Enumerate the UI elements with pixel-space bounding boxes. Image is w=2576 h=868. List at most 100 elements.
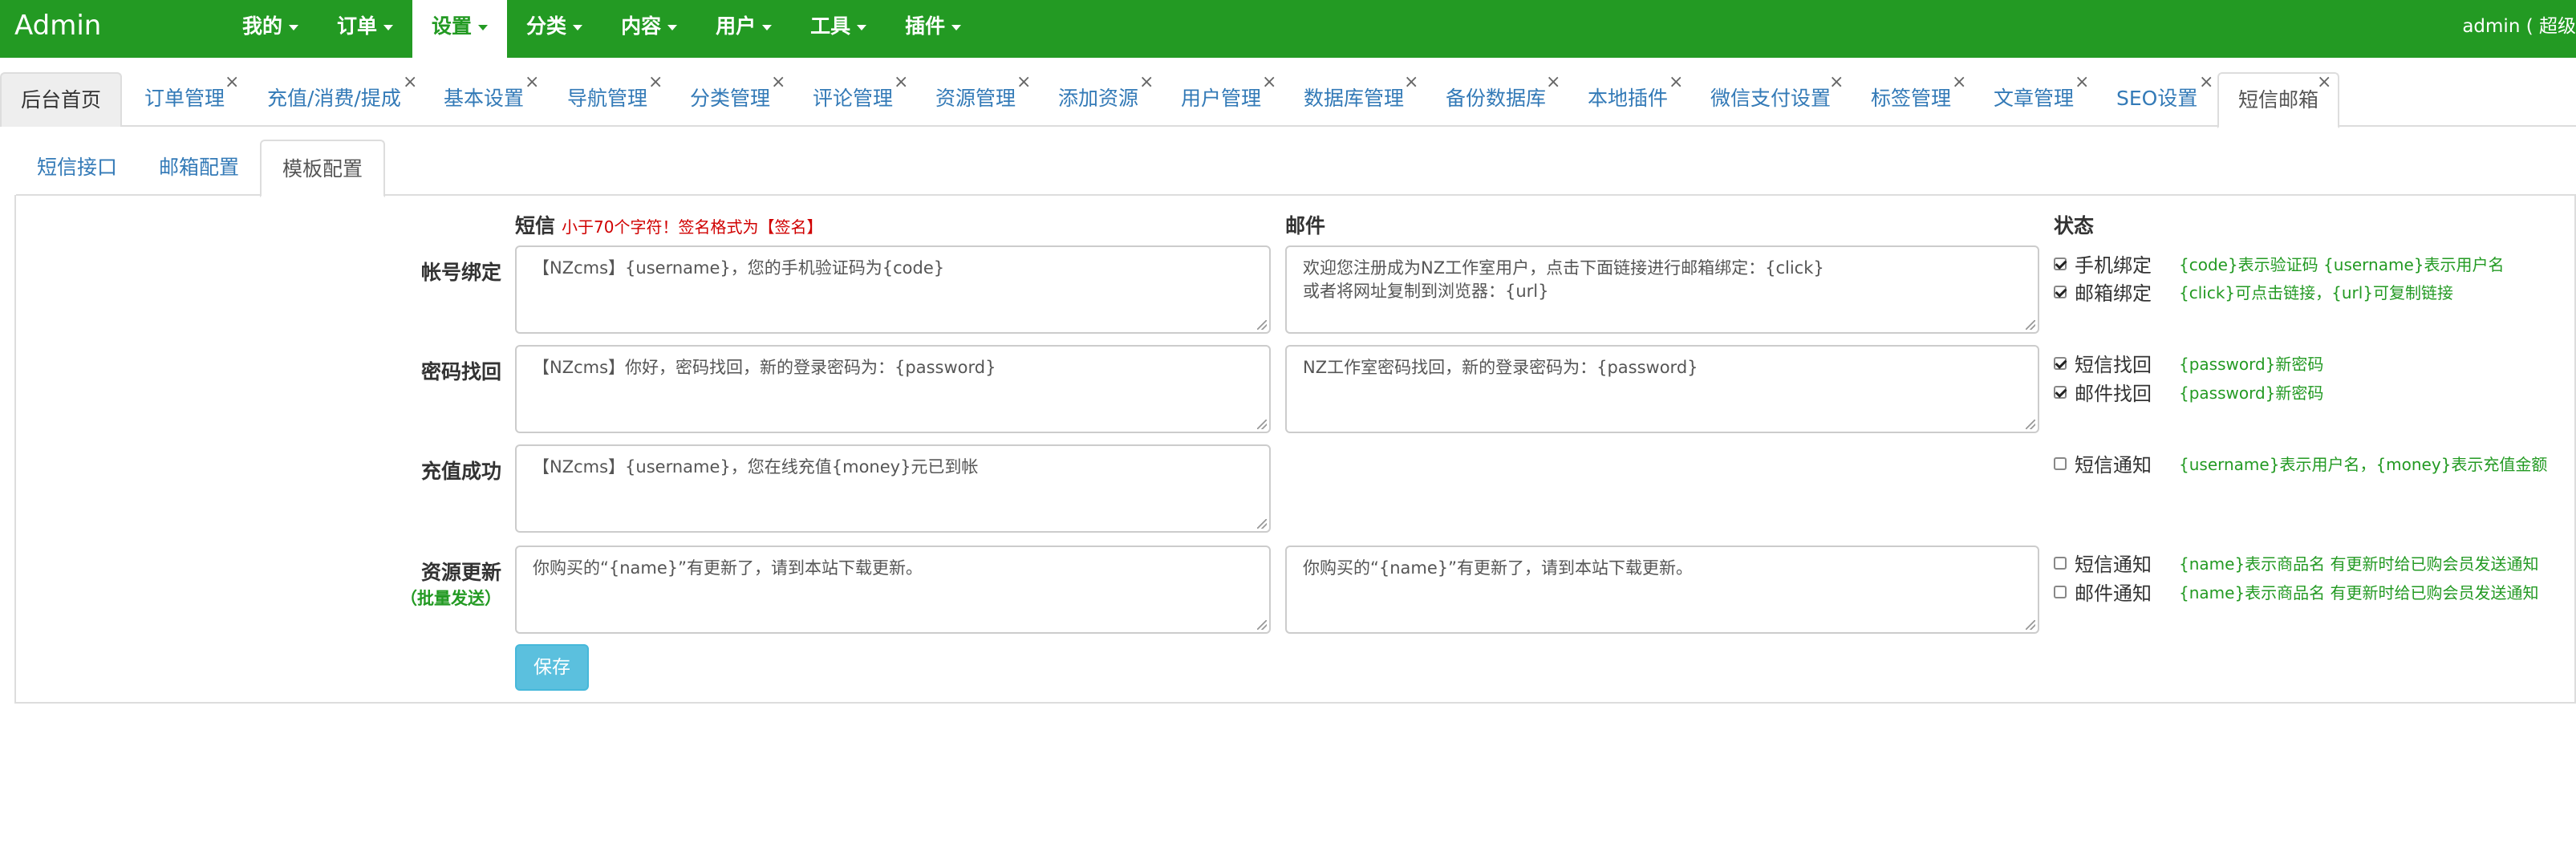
email-template-password[interactable]: NZ工作室密码找回，新的登录密码为：{password} [1285,345,2039,433]
status-column-header: 状态 [2054,214,2095,237]
close-icon[interactable]: × [771,74,785,91]
subtab-sms-api[interactable]: 短信接口 [16,140,138,196]
close-icon[interactable]: × [1016,74,1031,91]
tab-article-manage[interactable]: 文章管理 [1994,72,2074,127]
email-template-bind[interactable]: 欢迎您注册成为NZ工作室用户，点击下面链接进行邮箱绑定：{click} 或者将网… [1285,245,2039,334]
note-email-recover: {password}新密码 [2179,383,2324,403]
close-icon[interactable]: × [1669,74,1683,91]
note-email-bind: {click}可点击链接，{url}可复制链接 [2179,283,2454,302]
resize-grip-icon[interactable] [2026,620,2035,630]
checkbox-icon[interactable] [2054,258,2067,270]
tab-tag-manage[interactable]: 标签管理 [1871,72,1951,127]
checkbox-icon[interactable] [2054,286,2067,298]
checkbox-icon[interactable] [2054,386,2067,399]
close-icon[interactable]: × [1404,74,1418,91]
sms-template-recharge[interactable]: 【NZcms】{username}，您在线充值{money}元已到帐 [515,444,1271,533]
tab-comment-manage[interactable]: 评论管理 [813,72,893,127]
email-template-update-text: 你购买的“{name}”有更新了，请到本站下载更新。 [1303,558,1694,578]
checkbox-sms-recover[interactable]: 短信找回 [2054,349,2152,377]
menu-settings-label: 设置 [432,14,473,38]
tab-nav-manage[interactable]: 导航管理 [567,72,647,127]
tab-orders[interactable]: 订单管理 [144,72,225,127]
resize-grip-icon[interactable] [1257,420,1267,429]
resize-grip-icon[interactable] [2026,420,2035,429]
checkbox-icon[interactable] [2054,457,2067,470]
resize-grip-icon[interactable] [2026,320,2035,330]
checkbox-email-recover-label: 邮件找回 [2075,383,2152,405]
row-label-password: 密码找回 [420,360,501,383]
email-template-update[interactable]: 你购买的“{name}”有更新了，请到本站下载更新。 [1285,546,2039,634]
tab-database-manage[interactable]: 数据库管理 [1304,72,1404,127]
close-icon[interactable]: × [648,74,663,91]
close-icon[interactable]: × [1546,74,1560,91]
menu-tools-label: 工具 [810,14,851,38]
checkbox-update-email[interactable]: 邮件通知 [2054,578,2152,606]
tab-local-plugins[interactable]: 本地插件 [1588,72,1668,127]
resize-grip-icon[interactable] [1257,620,1267,630]
checkbox-icon[interactable] [2054,557,2067,570]
menu-users[interactable]: 用户 [696,0,791,58]
tab-wechat-pay[interactable]: 微信支付设置 [1710,72,1831,127]
checkbox-icon[interactable] [2054,586,2067,598]
menu-content[interactable]: 内容 [602,0,696,58]
save-button[interactable]: 保存 [515,644,589,691]
sms-template-update[interactable]: 你购买的“{name}”有更新了，请到本站下载更新。 [515,546,1271,634]
tab-user-manage[interactable]: 用户管理 [1181,72,1261,127]
main-menu: 我的 订单 设置 分类 内容 用户 工具 插件 [223,0,980,58]
email-template-bind-text: 欢迎您注册成为NZ工作室用户，点击下面链接进行邮箱绑定：{click} 或者将网… [1303,258,1824,301]
row-label-bind: 帐号绑定 [420,261,501,284]
checkbox-icon[interactable] [2054,357,2067,370]
close-icon[interactable]: × [2317,74,2331,91]
sms-hint: 小于70个字符！签名格式为【签名】 [562,217,823,237]
close-icon[interactable]: × [1262,74,1276,91]
sms-column-header: 短信 小于70个字符！签名格式为【签名】 [515,210,822,239]
subtab-template-config[interactable]: 模板配置 [260,140,386,197]
resize-grip-icon[interactable] [1257,519,1267,529]
close-icon[interactable]: × [2075,74,2089,91]
menu-tools[interactable]: 工具 [791,0,886,58]
page-tabs: 后台首页 订单管理 × 充值/消费/提成 × 基本设置 × 导航管理 × 分类管… [0,72,2576,128]
checkbox-update-sms[interactable]: 短信通知 [2054,549,2152,577]
resize-grip-icon[interactable] [1257,320,1267,330]
user-menu[interactable]: admin ( 超级 [2462,0,2576,58]
checkbox-email-bind-label: 邮箱绑定 [2075,282,2152,305]
menu-orders[interactable]: 订单 [318,0,412,58]
tab-basic-settings[interactable]: 基本设置 [444,72,524,127]
caret-down-icon [667,24,678,30]
sms-template-bind[interactable]: 【NZcms】{username}，您的手机验证码为{code} [515,245,1271,334]
checkbox-recharge-sms[interactable]: 短信通知 [2054,449,2152,477]
close-icon[interactable]: × [1829,74,1844,91]
tab-add-resource[interactable]: 添加资源 [1058,72,1138,127]
caret-down-icon [762,24,773,30]
close-icon[interactable]: × [403,74,417,91]
menu-category-label: 分类 [526,14,567,38]
sms-template-password[interactable]: 【NZcms】你好，密码找回，新的登录密码为：{password} [515,345,1271,433]
close-icon[interactable]: × [894,74,908,91]
sms-header-label: 短信 [515,214,556,237]
close-icon[interactable]: × [1952,74,1966,91]
tab-seo-settings[interactable]: SEO设置 [2116,72,2197,127]
subtab-email-config[interactable]: 邮箱配置 [138,140,260,196]
tab-category-manage[interactable]: 分类管理 [690,72,770,127]
close-icon[interactable]: × [225,74,239,91]
menu-settings[interactable]: 设置 [412,0,508,58]
close-icon[interactable]: × [525,74,539,91]
sms-template-password-text: 【NZcms】你好，密码找回，新的登录密码为：{password} [533,358,996,377]
menu-plugins[interactable]: 插件 [886,0,980,58]
tab-resource-manage[interactable]: 资源管理 [935,72,1016,127]
close-icon[interactable]: × [2199,74,2213,91]
checkbox-phone-bind[interactable]: 手机绑定 [2054,249,2152,278]
tab-home[interactable]: 后台首页 [0,72,123,127]
checkbox-recharge-sms-label: 短信通知 [2075,454,2152,477]
menu-my[interactable]: 我的 [223,0,318,58]
checkbox-email-bind[interactable]: 邮箱绑定 [2054,278,2152,306]
brand-logo[interactable]: Admin [14,10,101,42]
tab-recharge[interactable]: 充值/消费/提成 [267,72,401,127]
menu-category[interactable]: 分类 [507,0,602,58]
email-template-password-text: NZ工作室密码找回，新的登录密码为：{password} [1303,358,1698,377]
close-icon[interactable]: × [1139,74,1154,91]
note-recharge-sms: {username}表示用户名，{money}表示充值金额 [2179,455,2548,474]
menu-users-label: 用户 [716,14,757,38]
tab-backup-database[interactable]: 备份数据库 [1446,72,1546,127]
checkbox-email-recover[interactable]: 邮件找回 [2054,378,2152,406]
